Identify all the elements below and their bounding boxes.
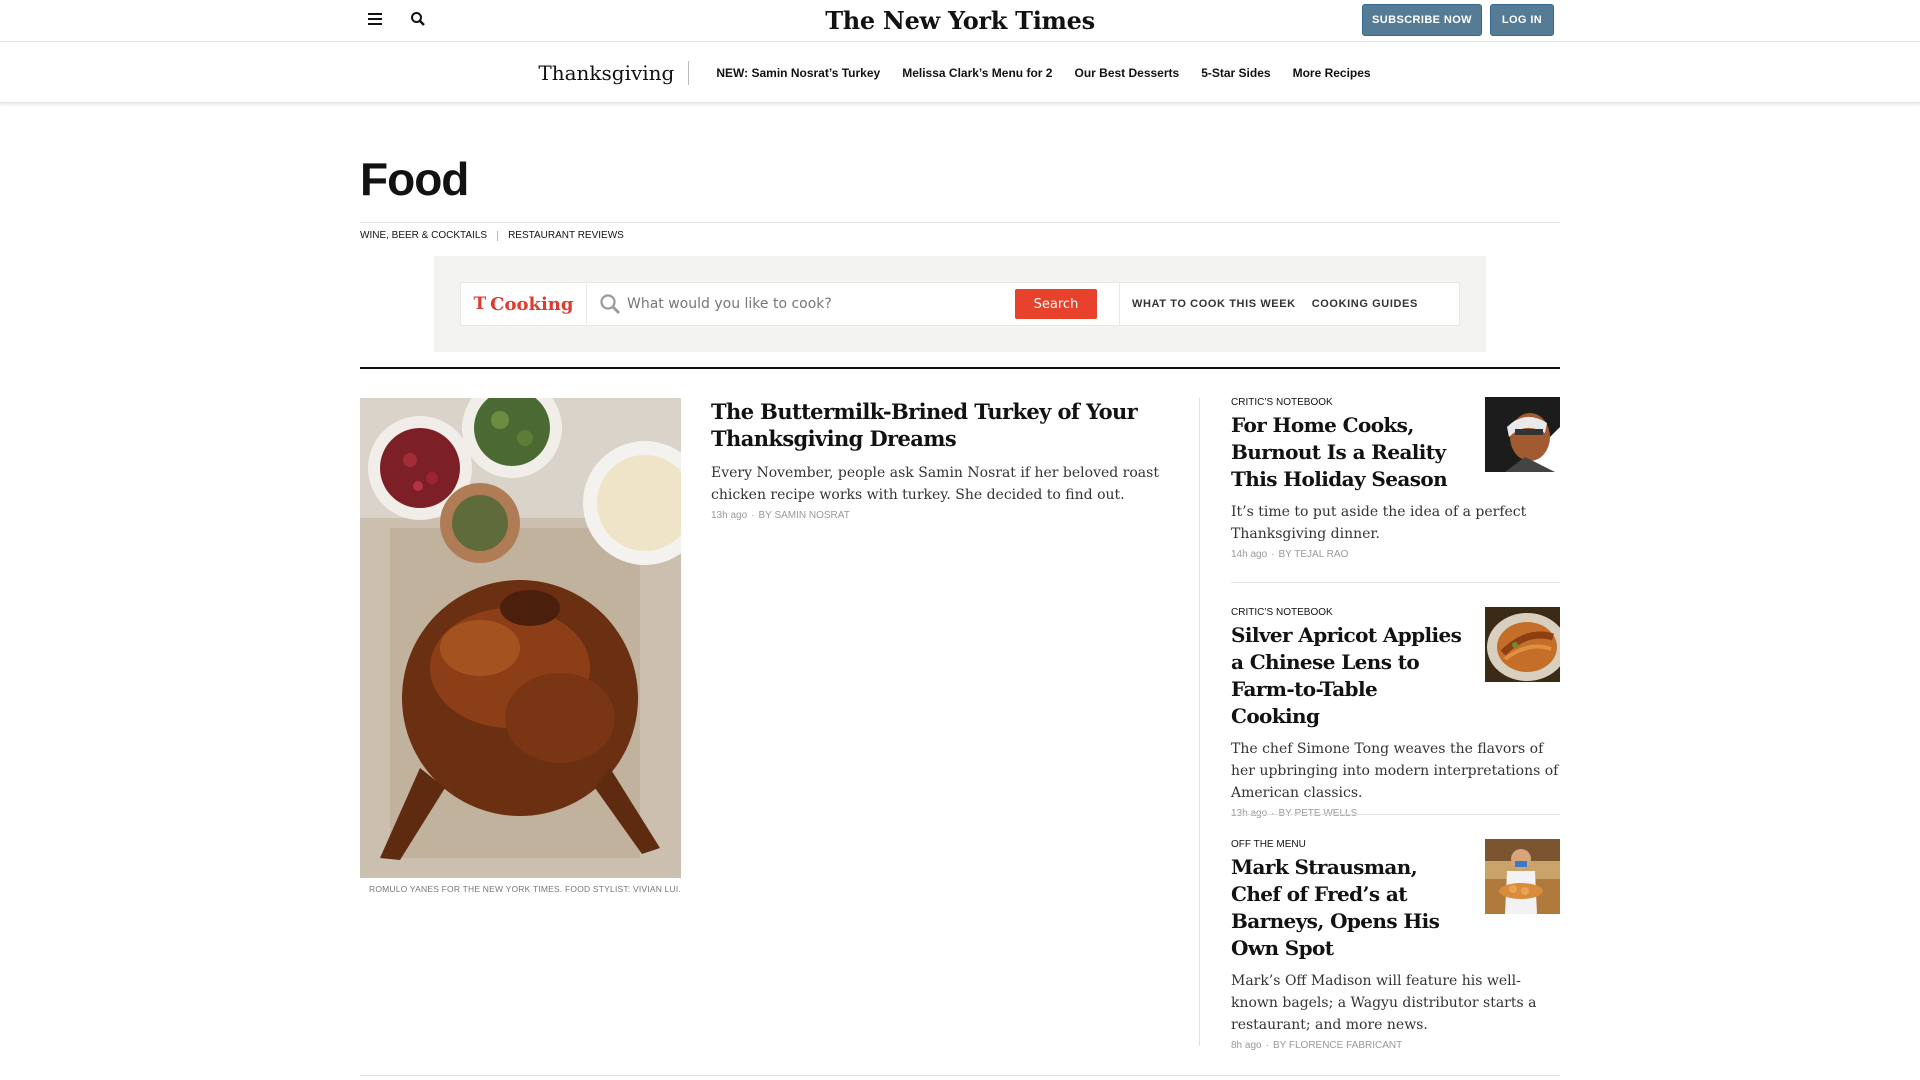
story-byline: By FLORENCE FABRICANT: [1272, 1040, 1403, 1051]
masthead: The New York Times SUBSCRIBE NOW LOG IN: [0, 0, 1920, 42]
lead-summary: Every November, people ask Samin Nosrat …: [711, 465, 1159, 503]
nyt-logo[interactable]: The New York Times: [0, 6, 1920, 35]
nav-link-melissa-menu[interactable]: Melissa Clark’s Menu for 2: [902, 66, 1052, 80]
lead-story: The Buttermilk-Brined Turkey of Your Tha…: [711, 398, 1171, 521]
story-timestamp: 14h ago: [1231, 549, 1268, 560]
login-button[interactable]: LOG IN: [1490, 4, 1554, 36]
rail-story: CRITIC’S NOTEBOOK Silver Apricot Applies…: [1231, 607, 1560, 819]
page-title: Food: [360, 153, 469, 205]
story-meta: 13h ago · By SAMIN NOSRAT: [711, 510, 850, 521]
story-thumbnail[interactable]: [1485, 839, 1560, 914]
story-headline[interactable]: Silver Apricot Applies a Chinese Lens to…: [1231, 622, 1471, 730]
story-meta: 8h ago · By FLORENCE FABRICANT: [1231, 1040, 1403, 1051]
story-kicker[interactable]: OFF THE MENU: [1231, 839, 1471, 850]
lead-story-image[interactable]: [360, 398, 681, 878]
story-timestamp: 13h ago: [711, 510, 748, 521]
cooking-search-button[interactable]: Search: [1015, 289, 1097, 319]
lead-headline[interactable]: The Buttermilk-Brined Turkey of Your Tha…: [711, 398, 1171, 452]
subnav-separator: [497, 230, 499, 241]
divider: [1119, 283, 1120, 325]
thanksgiving-nav: Thanksgiving NEW: Samin Nosrat’s Turkey …: [0, 43, 1920, 103]
nav-link-more-recipes[interactable]: More Recipes: [1293, 66, 1371, 80]
story-timestamp: 8h ago: [1231, 1040, 1262, 1051]
nav-link-best-desserts[interactable]: Our Best Desserts: [1074, 66, 1179, 80]
story-meta: 14h ago · By TEJAL RAO: [1231, 549, 1349, 560]
story-summary: Mark’s Off Madison will feature his well…: [1231, 973, 1537, 1033]
section-divider: [360, 367, 1560, 369]
rail-story: OFF THE MENU Mark Strausman, Chef of Fre…: [1231, 839, 1560, 1051]
story-summary: The chef Simone Tong weaves the flavors …: [1231, 741, 1559, 801]
section-subnav: WINE, BEER & COCKTAILS RESTAURANT REVIEW…: [360, 230, 624, 241]
nav-link-five-star-sides[interactable]: 5-Star Sides: [1201, 66, 1270, 80]
thanksgiving-nav-title[interactable]: Thanksgiving: [538, 60, 690, 85]
divider: [360, 222, 1560, 223]
cooking-logo[interactable]: T Cooking: [461, 283, 587, 325]
image-credit: ROMULO YANES FOR THE NEW YORK TIMES. FOO…: [368, 884, 681, 894]
story-headline[interactable]: Mark Strausman, Chef of Fred’s at Barney…: [1231, 854, 1471, 962]
cooking-search-bar: T Cooking Search WHAT TO COOK THIS WEEK …: [460, 282, 1460, 326]
column-divider: [1199, 398, 1200, 1046]
story-kicker[interactable]: CRITIC’S NOTEBOOK: [1231, 397, 1471, 408]
rail-story: CRITIC’S NOTEBOOK For Home Cooks, Burnou…: [1231, 397, 1560, 560]
story-byline: By SAMIN NOSRAT: [758, 510, 850, 521]
nav-link-samin-turkey[interactable]: NEW: Samin Nosrat’s Turkey: [716, 66, 880, 80]
divider: [1231, 814, 1560, 815]
cooking-search-module: T Cooking Search WHAT TO COOK THIS WEEK …: [434, 256, 1486, 352]
story-thumbnail[interactable]: [1485, 607, 1560, 682]
subnav-restaurant-reviews[interactable]: RESTAURANT REVIEWS: [508, 230, 624, 241]
divider: [1231, 582, 1560, 583]
what-to-cook-link[interactable]: WHAT TO COOK THIS WEEK: [1132, 298, 1296, 310]
nyt-t-icon: T: [473, 294, 487, 314]
subnav-wine-beer-cocktails[interactable]: WINE, BEER & COCKTAILS: [360, 230, 487, 241]
cooking-logo-text: Cooking: [490, 293, 574, 315]
story-headline[interactable]: For Home Cooks, Burnout Is a Reality Thi…: [1231, 412, 1471, 493]
story-kicker[interactable]: CRITIC’S NOTEBOOK: [1231, 607, 1471, 618]
cooking-guides-link[interactable]: COOKING GUIDES: [1312, 298, 1418, 310]
story-summary: It’s time to put aside the idea of a per…: [1231, 504, 1527, 542]
cooking-search-input[interactable]: [627, 296, 1007, 312]
search-icon: [599, 293, 621, 315]
divider: [360, 1075, 1560, 1076]
subscribe-button[interactable]: SUBSCRIBE NOW: [1362, 4, 1482, 36]
story-thumbnail[interactable]: [1485, 397, 1560, 472]
story-byline: By TEJAL RAO: [1278, 549, 1349, 560]
